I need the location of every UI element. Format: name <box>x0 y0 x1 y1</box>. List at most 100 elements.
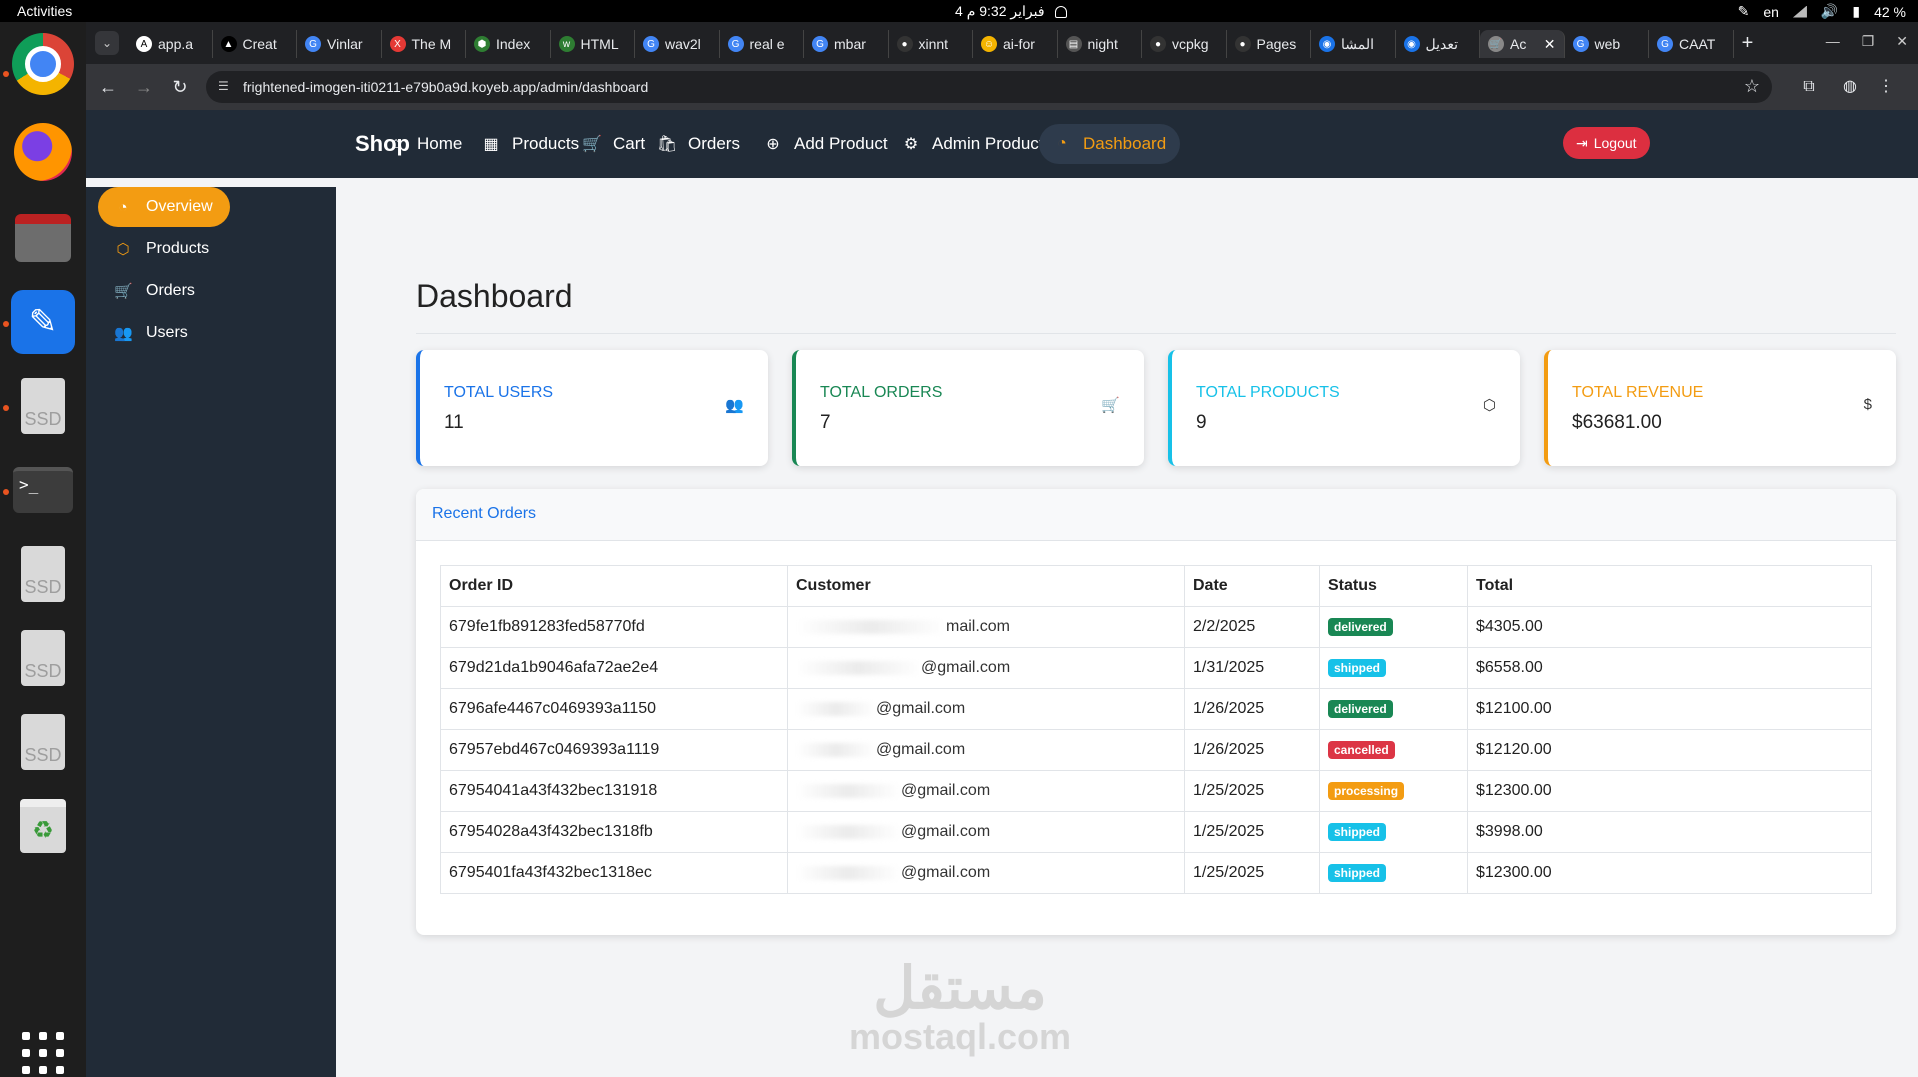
sidebar-item-label: Users <box>146 324 188 341</box>
favicon-icon: G <box>812 36 828 52</box>
show-apps-button[interactable] <box>22 1032 64 1074</box>
forward-icon[interactable]: → <box>132 75 156 99</box>
sidebar-item-label: Overview <box>146 198 213 215</box>
battery-icon: ▮ <box>1852 3 1861 19</box>
total-cell: $4305.00 <box>1467 606 1872 648</box>
tab-title: web <box>1594 36 1621 52</box>
browser-tab[interactable]: ⬢ Index <box>466 30 551 58</box>
sidebar-item-orders[interactable]: 🛒 Orders <box>98 271 230 311</box>
close-icon[interactable]: ✕ <box>1896 33 1908 50</box>
language-indicator[interactable]: en <box>1763 4 1779 20</box>
trash-launcher[interactable]: ♻ <box>11 794 75 858</box>
customer-email: @gmail.com <box>876 741 966 758</box>
watermark-arabic: مستقل <box>873 956 1047 1021</box>
favicon-icon: ● <box>1150 36 1166 52</box>
close-tab-icon[interactable]: ✕ <box>1544 36 1556 53</box>
terminal-launcher[interactable]: >_ <box>11 458 75 522</box>
people-icon: 👥 <box>114 325 133 342</box>
order-id-cell: 6795401fa43f432bec1318ec <box>440 852 788 894</box>
profile-icon[interactable]: ◍ <box>1838 75 1862 99</box>
box-icon: ⬡ <box>116 241 130 258</box>
stat-value: 11 <box>444 412 464 433</box>
tab-search-button[interactable]: ⌄ <box>95 31 119 55</box>
dollar-icon: $ <box>1863 396 1872 413</box>
sidebar-item-overview[interactable]: ◔ Overview <box>98 187 230 227</box>
volume-icon: 🔊 <box>1820 3 1839 19</box>
browser-tab[interactable]: ▤ night <box>1058 30 1142 58</box>
browser-tab[interactable]: ● Pages <box>1227 30 1311 58</box>
dock: ✎ SSD >_ SSD SSD SSD ♻ <box>0 22 86 1077</box>
url-text[interactable]: frightened-imogen-iti0211-e79b0a9d.koyeb… <box>243 79 648 95</box>
site-info-icon[interactable]: ☰ <box>218 79 234 95</box>
sidebar-item-users[interactable]: 👥 Users <box>98 313 230 353</box>
browser-tab[interactable]: Gweb <box>1565 30 1649 58</box>
browser-tab[interactable]: X The M <box>382 30 466 58</box>
minimize-icon[interactable]: — <box>1826 33 1840 50</box>
activities-button[interactable]: Activities <box>17 3 72 19</box>
nav-link-dashboard[interactable]: ◔ Dashboard <box>1039 124 1181 164</box>
browser-tab[interactable]: ▲ Creat <box>213 30 297 58</box>
browser-tab[interactable]: Gmbar <box>804 30 889 58</box>
extensions-icon[interactable]: ⧉ <box>1797 75 1821 99</box>
date-cell: 1/25/2025 <box>1184 811 1320 853</box>
date-cell: 1/25/2025 <box>1184 770 1320 812</box>
sidebar-item-products[interactable]: ⬡ Products <box>98 229 230 269</box>
address-bar[interactable]: ☰ frightened-imogen-iti0211-e79b0a9d.koy… <box>206 71 1772 103</box>
ssd-drive-launcher[interactable]: SSD <box>11 542 75 606</box>
browser-tab[interactable]: G Vinlar <box>297 30 382 58</box>
menu-kebab-icon[interactable]: ⋮ <box>1874 75 1898 99</box>
status-cell: delivered <box>1319 606 1468 648</box>
browser-tab[interactable]: Aapp.a <box>128 30 213 58</box>
ssd-drive-launcher[interactable]: SSD <box>11 710 75 774</box>
tab-title: Index <box>496 36 531 52</box>
firefox-launcher[interactable] <box>11 120 75 184</box>
table-row: 6796afe4467c0469393a1150 @gmail.com 1/26/2… <box>440 688 1872 730</box>
drive-icon: SSD <box>21 630 65 686</box>
ssd-drive-launcher[interactable]: SSD <box>11 374 75 438</box>
ssd-drive-launcher[interactable]: SSD <box>11 626 75 690</box>
customer-email: @gmail.com <box>901 782 991 799</box>
restore-icon[interactable]: ❐ <box>1862 33 1875 50</box>
table-row: 6795401fa43f432bec1318ec @gmail.com 1/25/2… <box>440 852 1872 894</box>
clock[interactable]: 4 فبراير 9:32 م <box>955 3 1067 20</box>
order-id-cell: 6796afe4467c0469393a1150 <box>440 688 788 730</box>
browser-tab[interactable]: ◉ المشا <box>1311 30 1396 58</box>
nav-link-orders[interactable]: 🛍 Orders <box>644 124 754 164</box>
bookmark-star-icon[interactable]: ☆ <box>1744 76 1760 97</box>
nav-link-add-product[interactable]: ⊕ Add Product <box>750 124 902 164</box>
status-cell: shipped <box>1319 647 1468 689</box>
logout-button[interactable]: ⇥ Logout <box>1563 127 1650 159</box>
browser-tab[interactable]: ● vcpkg <box>1142 30 1227 58</box>
total-cell: $3998.00 <box>1467 811 1872 853</box>
status-cell: processing <box>1319 770 1468 812</box>
files-launcher[interactable] <box>11 206 75 270</box>
chrome-icon <box>12 33 74 95</box>
order-id-cell: 67957ebd467c0469393a1119 <box>440 729 788 771</box>
stat-card-total-users: Total Users 11 👥 <box>416 350 768 466</box>
chrome-launcher[interactable] <box>11 32 75 96</box>
running-indicator <box>3 489 9 495</box>
browser-tab[interactable]: 🛒 Ac ✕ <box>1480 30 1565 58</box>
redacted-email <box>796 865 901 880</box>
browser-tab[interactable]: w HTML <box>551 30 635 58</box>
nav-link-label: Orders <box>688 134 740 153</box>
text-editor-launcher[interactable]: ✎ <box>11 290 75 354</box>
browser-tab[interactable]: Greal e <box>720 30 804 58</box>
system-tray[interactable]: ✎ en 🔊 ▮ 42 % <box>1738 3 1906 20</box>
browser-tab[interactable]: G CAAT <box>1649 30 1734 58</box>
favicon-icon: ◉ <box>1319 36 1335 52</box>
tab-list: Aapp.a ▲ Creat G Vinlar X The M ⬢ Index w HTML Gwav… <box>128 30 1762 60</box>
back-icon[interactable]: ← <box>96 75 120 99</box>
browser-tab[interactable]: Gwav2l <box>635 30 720 58</box>
new-tab-button[interactable]: + <box>1734 30 1762 58</box>
nav-link-home[interactable]: ⌂ Home <box>373 124 476 164</box>
browser-tab[interactable]: ☺ ai-for <box>973 30 1058 58</box>
pencil-icon: ✎ <box>11 290 75 354</box>
browser-tab[interactable]: ● xinnt <box>889 30 973 58</box>
browser-tab[interactable]: ◉ تعديل <box>1396 30 1480 58</box>
order-id-cell: 679d21da1b9046afa72ae2e4 <box>440 647 788 689</box>
reload-icon[interactable]: ↻ <box>168 75 192 99</box>
total-cell: $12100.00 <box>1467 688 1872 730</box>
date-cell: 1/25/2025 <box>1184 852 1320 894</box>
status-badge: shipped <box>1328 659 1387 677</box>
